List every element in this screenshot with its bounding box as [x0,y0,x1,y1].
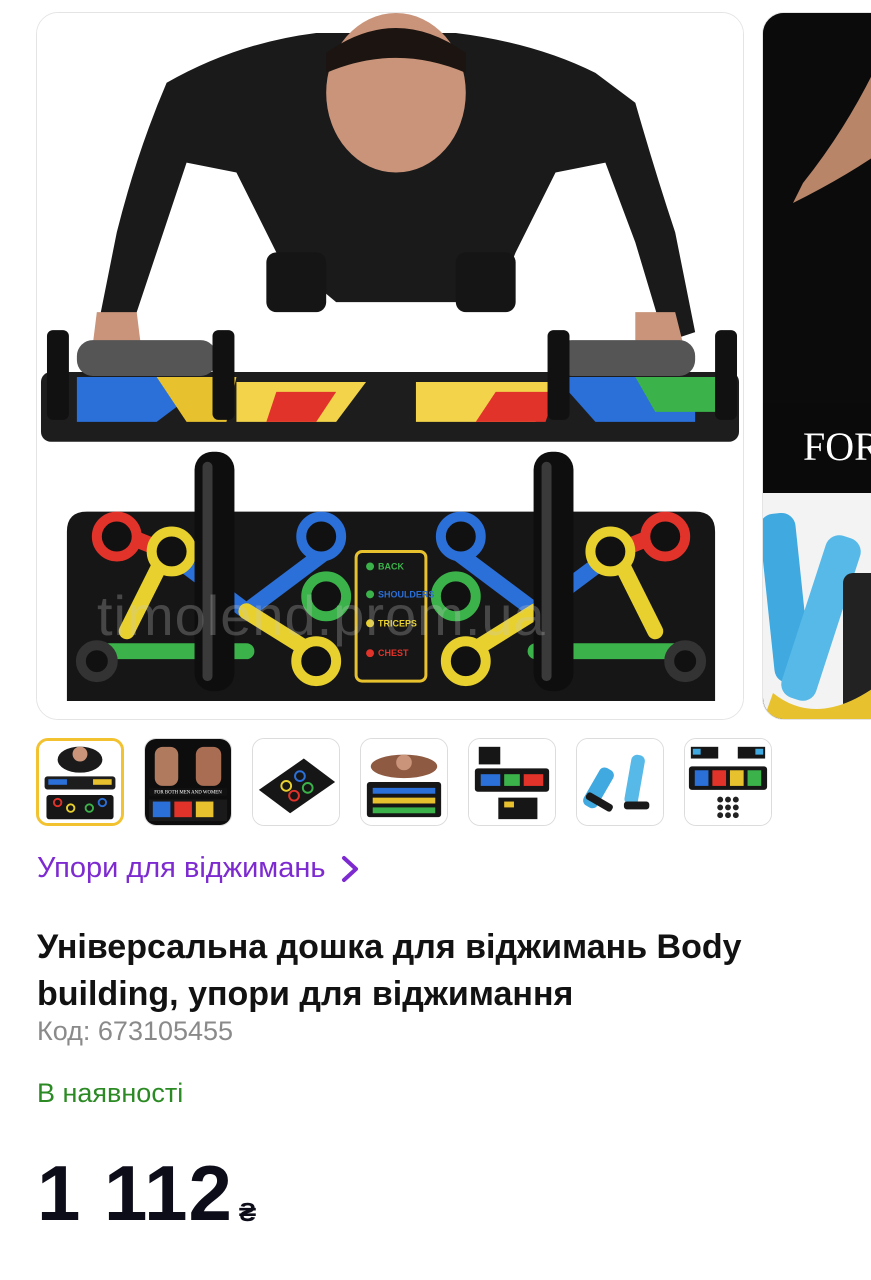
thumbnail-3[interactable] [252,738,340,826]
product-price: 1 112 ₴ [37,1150,256,1236]
image-watermark: timolend.prom.ua [97,584,546,647]
thumbnail-strip: FOR BOTH MEN AND WOMEN [36,738,772,828]
thumbnail-2[interactable]: FOR BOTH MEN AND WOMEN [144,738,232,826]
thumbnail-2-caption: FOR BOTH MEN AND WOMEN [154,791,222,796]
thumbnail-5[interactable] [468,738,556,826]
thumbnail-4[interactable] [360,738,448,826]
price-value: 1 112 [37,1149,233,1237]
image-gallery[interactable]: BACK SHOULDERS TRICEPS CHEST timolend.pr… [0,0,871,730]
board-label-back: BACK [378,561,404,571]
category-link[interactable]: Упори для віджимань [37,852,360,885]
product-page: BACK SHOULDERS TRICEPS CHEST timolend.pr… [0,0,871,1280]
availability-status: В наявності [37,1078,184,1108]
board-label-chest: CHEST [378,648,409,658]
main-product-photo[interactable]: BACK SHOULDERS TRICEPS CHEST timolend.pr… [36,12,744,720]
thumbnail-6[interactable] [576,738,664,826]
category-link-label[interactable]: Упори для віджимань [37,852,326,885]
product-title: Універсальна дошка для віджимань Body bu… [37,928,742,1013]
thumbnail-7[interactable] [684,738,772,826]
thumbnail-1[interactable] [36,738,124,826]
currency-symbol: ₴ [238,1197,257,1227]
product-code: Код: 673105455 [37,1016,234,1046]
next-product-photo-peek[interactable]: FOR [762,12,871,720]
next-photo-caption: FOR [803,424,871,469]
chevron-right-icon[interactable] [340,854,360,884]
